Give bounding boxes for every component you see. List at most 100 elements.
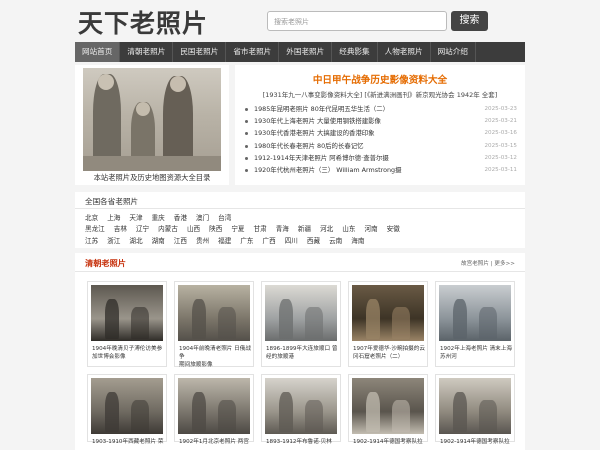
nav-item[interactable]: 外国老照片 xyxy=(279,42,333,62)
region-link[interactable]: 广西 xyxy=(263,235,276,245)
region-link[interactable]: 澳门 xyxy=(196,212,209,222)
nav-item[interactable]: 经典影集 xyxy=(332,42,378,62)
region-link[interactable]: 青海 xyxy=(276,223,289,233)
news-title[interactable]: 1920年代杭州老照片（三） William Armstrong摄 xyxy=(254,164,402,176)
search-input[interactable]: 搜索老照片 xyxy=(267,11,447,31)
region-link[interactable]: 西藏 xyxy=(307,235,320,245)
photo-thumbnail[interactable] xyxy=(439,285,511,341)
photo-card[interactable]: 1903-1910年西藏老照片 荣 xyxy=(87,374,167,445)
photo-thumbnail[interactable] xyxy=(178,378,250,434)
photo-thumbnail[interactable] xyxy=(265,378,337,434)
photo-thumbnail[interactable] xyxy=(265,285,337,341)
photo-card[interactable]: 1902-1914年德国考察队拉 xyxy=(348,374,428,445)
region-link[interactable]: 吉林 xyxy=(114,223,127,233)
region-link[interactable]: 山东 xyxy=(342,223,355,233)
nav-item[interactable]: 人物老照片 xyxy=(378,42,431,62)
region-link[interactable]: 安徽 xyxy=(387,223,400,233)
caption-line: 1896-1899年大连旅顺口 曾 xyxy=(266,346,338,352)
region-link[interactable]: 四川 xyxy=(285,235,298,245)
search-button[interactable]: 搜索 xyxy=(451,11,488,31)
news-title[interactable]: 1985年昆明老照片 80年代昆明五华生活（二） xyxy=(254,103,389,115)
region-link[interactable]: 江苏 xyxy=(85,235,98,245)
news-item[interactable]: 1985年昆明老照片 80年代昆明五华生活（二） 2025-03-23 xyxy=(245,103,517,115)
region-link[interactable]: 重庆 xyxy=(152,212,165,222)
photo-thumbnail[interactable] xyxy=(352,285,424,341)
bullet-icon xyxy=(245,120,248,124)
photo-caption[interactable]: 1902-1914年德国考察队拉 xyxy=(353,438,425,446)
photo-caption[interactable]: 1902年上海老照片 清末上海 苏州河 xyxy=(440,345,512,361)
photo-thumbnail[interactable] xyxy=(91,378,163,434)
sub-headline[interactable]: [1931年九一八事变影像资料大全] [《新进满洲画刊》新京观光协会 1942年… xyxy=(235,89,525,99)
nav-item[interactable]: 省市老照片 xyxy=(226,42,280,62)
site-logo[interactable]: 天下老照片 xyxy=(78,4,208,40)
region-link[interactable]: 浙江 xyxy=(107,235,120,245)
news-date: 2025-03-15 xyxy=(484,142,517,149)
photo-caption[interactable]: 1893-1912年布鲁诺·贝林 xyxy=(266,438,338,446)
news-item[interactable]: 1912-1914年天津老照片 阿希博尔德·查普尔摄 2025-03-12 xyxy=(245,152,517,164)
feature-caption[interactable]: 本站老照片及历史地图资源大全目录 xyxy=(75,173,229,183)
caption-line: 1893-1912年布鲁诺·贝林 xyxy=(266,439,332,445)
section-title[interactable]: 清朝老照片 xyxy=(85,257,126,269)
region-link[interactable]: 湖南 xyxy=(152,235,165,245)
photo-card[interactable]: 1902-1914年德国考察队拉 xyxy=(435,374,515,445)
photo-caption[interactable]: 1903-1910年西藏老照片 荣 xyxy=(92,438,164,446)
more-link[interactable]: 故宫老照片 | 更多>> xyxy=(461,259,515,267)
region-link[interactable]: 香港 xyxy=(174,212,187,222)
region-link[interactable]: 湖北 xyxy=(129,235,142,245)
region-link[interactable]: 云南 xyxy=(329,235,342,245)
photo-caption[interactable]: 1904年晚清贝子溥伦访美参 加世博会影像 xyxy=(92,345,164,361)
region-link[interactable]: 台湾 xyxy=(218,212,231,222)
news-title[interactable]: 1980年代长春老照片 80后的长春记忆 xyxy=(254,140,364,152)
photo-card[interactable]: 1907年爱德华·沙畹拍摄的云 冈石窟老照片（二） xyxy=(348,281,428,367)
region-link[interactable]: 海南 xyxy=(351,235,364,245)
region-link[interactable]: 宁夏 xyxy=(231,223,244,233)
photo-caption[interactable]: 1902-1914年德国考察队拉 xyxy=(440,438,512,446)
caption-line: 期间旅顺影像 xyxy=(179,362,213,368)
photo-thumbnail[interactable] xyxy=(91,285,163,341)
region-link[interactable]: 福建 xyxy=(218,235,231,245)
region-link[interactable]: 山西 xyxy=(187,223,200,233)
photo-caption[interactable]: 1907年爱德华·沙畹拍摄的云 冈石窟老照片（二） xyxy=(353,345,425,361)
news-title[interactable]: 1912-1914年天津老照片 阿希博尔德·查普尔摄 xyxy=(254,152,389,164)
region-link[interactable]: 上海 xyxy=(107,212,120,222)
photo-caption[interactable]: 1904年前晚清老照片 日俄战争 期间旅顺影像 xyxy=(179,345,251,369)
region-link[interactable]: 黑龙江 xyxy=(85,223,105,233)
region-link[interactable]: 河北 xyxy=(320,223,333,233)
nav-item[interactable]: 网站介绍 xyxy=(431,42,476,62)
top-news: 中日甲午战争历史影像资料大全 [1931年九一八事变影像资料大全] [《新进满洲… xyxy=(235,65,525,185)
region-link[interactable]: 北京 xyxy=(85,212,98,222)
region-link[interactable]: 河南 xyxy=(364,223,377,233)
photo-card[interactable]: 1902年上海老照片 清末上海 苏州河 xyxy=(435,281,515,367)
region-link[interactable]: 甘肃 xyxy=(254,223,267,233)
news-item[interactable]: 1930年代香港老照片 大搞建设的香港印象 2025-03-16 xyxy=(245,127,517,139)
region-link[interactable]: 天津 xyxy=(129,212,142,222)
photo-caption[interactable]: 1896-1899年大连旅顺口 曾经的旅顺港 xyxy=(266,345,338,361)
news-title[interactable]: 1930年代香港老照片 大搞建设的香港印象 xyxy=(254,127,375,139)
news-item[interactable]: 1920年代杭州老照片（三） William Armstrong摄 2025-03… xyxy=(245,164,517,176)
region-link[interactable]: 广东 xyxy=(240,235,253,245)
photo-card[interactable]: 1896-1899年大连旅顺口 曾经的旅顺港 xyxy=(261,281,341,367)
nav-item[interactable]: 民国老照片 xyxy=(173,42,227,62)
region-link[interactable]: 陕西 xyxy=(209,223,222,233)
region-link[interactable]: 内蒙古 xyxy=(158,223,178,233)
nav-item[interactable]: 清朝老照片 xyxy=(120,42,174,62)
photo-thumbnail[interactable] xyxy=(352,378,424,434)
region-link[interactable]: 辽宁 xyxy=(136,223,149,233)
photo-card[interactable]: 1904年晚清贝子溥伦访美参 加世博会影像 xyxy=(87,281,167,367)
news-item[interactable]: 1930年代上海老照片 大量使用钢铁搭建影像 2025-03-21 xyxy=(245,115,517,127)
photo-card[interactable]: 1902年1月北京老照片 两宫 xyxy=(174,374,254,445)
headline[interactable]: 中日甲午战争历史影像资料大全 xyxy=(235,72,525,86)
feature-photo[interactable] xyxy=(83,68,221,171)
news-item[interactable]: 1980年代长春老照片 80后的长春记忆 2025-03-15 xyxy=(245,140,517,152)
photo-card[interactable]: 1893-1912年布鲁诺·贝林 xyxy=(261,374,341,445)
photo-card[interactable]: 1904年前晚清老照片 日俄战争 期间旅顺影像 xyxy=(174,281,254,369)
region-link[interactable]: 贵州 xyxy=(196,235,209,245)
caption-line: 经的旅顺港 xyxy=(266,354,294,360)
news-title[interactable]: 1930年代上海老照片 大量使用钢铁搭建影像 xyxy=(254,115,381,127)
region-link[interactable]: 江西 xyxy=(174,235,187,245)
photo-caption[interactable]: 1902年1月北京老照片 两宫 xyxy=(179,438,251,446)
photo-thumbnail[interactable] xyxy=(178,285,250,341)
photo-thumbnail[interactable] xyxy=(439,378,511,434)
region-link[interactable]: 新疆 xyxy=(298,223,311,233)
nav-item[interactable]: 网站首页 xyxy=(75,42,121,62)
